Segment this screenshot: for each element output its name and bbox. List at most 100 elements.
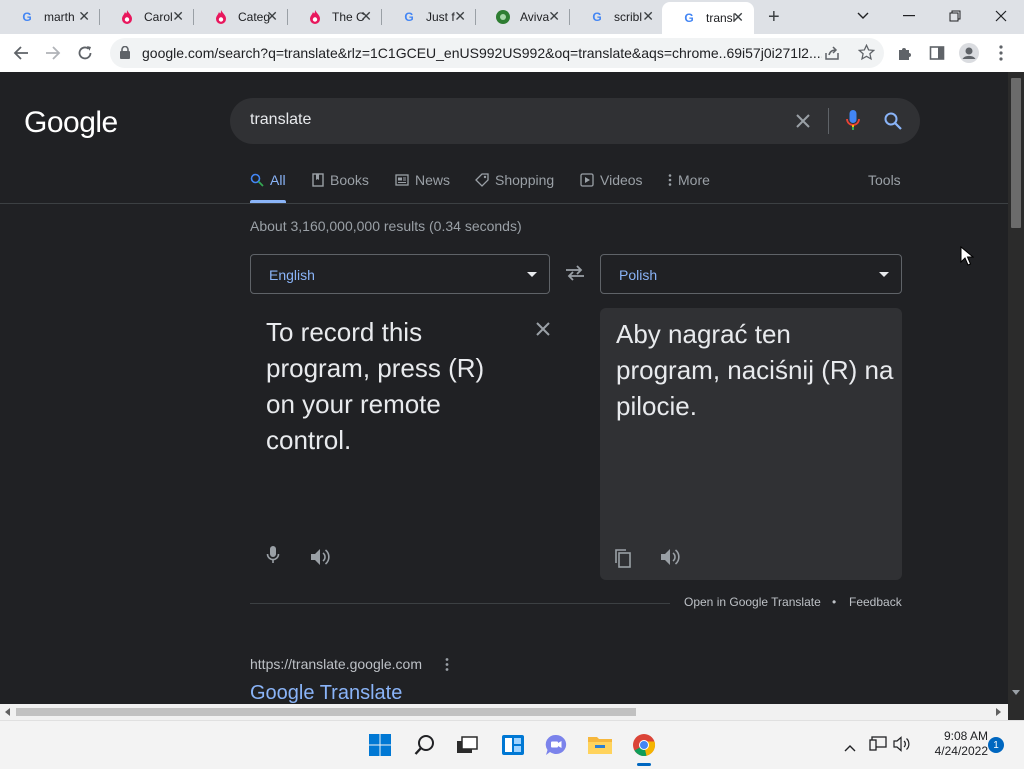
globe-icon <box>496 10 510 24</box>
tab-videos-label: Videos <box>600 172 643 188</box>
back-arrow-icon[interactable] <box>10 42 32 64</box>
clear-source-icon[interactable] <box>536 322 550 341</box>
share-icon[interactable] <box>824 45 840 66</box>
tab-3[interactable]: The C ✕ <box>288 4 382 30</box>
extensions-puzzle-icon[interactable] <box>894 42 916 64</box>
file-explorer-icon[interactable] <box>586 731 614 759</box>
search-icon[interactable] <box>884 112 902 135</box>
new-tab-plus-icon[interactable]: + <box>768 6 780 29</box>
address-bar[interactable]: google.com/search?q=translate&rlz=1C1GCE… <box>110 38 884 68</box>
tab-1[interactable]: Carol ✕ <box>100 4 194 30</box>
result-url[interactable]: https://translate.google.com <box>250 656 422 672</box>
close-icon[interactable]: ✕ <box>454 8 466 25</box>
speaker-icon[interactable] <box>310 548 332 571</box>
reload-icon[interactable] <box>74 42 96 64</box>
tag-icon <box>475 173 489 187</box>
swap-languages-icon[interactable] <box>564 264 586 287</box>
tab-books[interactable]: Books <box>312 172 369 188</box>
bookmark-star-icon[interactable] <box>857 43 876 66</box>
system-clock[interactable]: 9:08 AM 4/24/2022 <box>918 729 988 759</box>
tab-2[interactable]: Categ ✕ <box>194 4 288 30</box>
tab-news[interactable]: News <box>395 172 450 188</box>
vertical-scroll-thumb[interactable] <box>1011 78 1021 228</box>
widgets-icon[interactable] <box>499 731 527 759</box>
dropdown-caret-icon <box>879 272 889 277</box>
chevron-up-icon[interactable] <box>844 739 856 757</box>
tab-all[interactable]: All <box>250 172 286 188</box>
tab-6[interactable]: G scribl ✕ <box>570 4 664 30</box>
horizontal-scroll-thumb[interactable] <box>16 708 636 716</box>
tab-label: Categ <box>238 10 270 24</box>
taskbar-search-icon[interactable] <box>411 731 439 759</box>
scroll-left-arrow-icon[interactable] <box>5 708 10 716</box>
more-vert-icon <box>668 174 672 186</box>
scroll-down-arrow-icon[interactable] <box>1012 690 1020 695</box>
menu-kebab-icon[interactable] <box>990 42 1012 64</box>
side-panel-icon[interactable] <box>926 42 948 64</box>
feedback-link[interactable]: Feedback <box>849 595 902 609</box>
active-app-indicator <box>637 763 651 766</box>
clock-date: 4/24/2022 <box>934 744 988 758</box>
horizontal-scrollbar[interactable] <box>0 704 1008 720</box>
google-logo[interactable]: Google <box>24 106 118 140</box>
search-icon <box>250 173 264 187</box>
tab-label: Carol <box>144 10 173 24</box>
nav-divider <box>0 203 1008 204</box>
chevron-down-icon[interactable] <box>840 4 886 28</box>
window-close-icon[interactable] <box>978 4 1024 28</box>
source-text-panel[interactable]: To record this program, press (R) on you… <box>250 308 550 580</box>
task-view-icon[interactable] <box>453 731 481 759</box>
tab-label: marth <box>44 10 75 24</box>
url-text[interactable]: google.com/search?q=translate&rlz=1C1GCE… <box>142 45 822 61</box>
scrollbar-corner <box>1008 704 1024 720</box>
tab-shopping[interactable]: Shopping <box>475 172 554 188</box>
notification-badge[interactable]: 1 <box>988 737 1004 753</box>
teams-chat-icon[interactable] <box>542 731 570 759</box>
tab-5[interactable]: Aviva ✕ <box>476 4 570 30</box>
lock-icon[interactable] <box>120 45 130 64</box>
network-icon[interactable] <box>869 736 887 757</box>
windows-start-icon[interactable] <box>366 731 394 759</box>
volume-icon[interactable] <box>893 736 911 757</box>
tab-label: Just f <box>426 10 455 24</box>
tab-label: scribl <box>614 10 643 24</box>
source-language-select[interactable]: English <box>250 254 550 294</box>
tab-4[interactable]: G Just f ✕ <box>382 4 476 30</box>
forward-arrow-icon[interactable] <box>42 42 64 64</box>
chrome-icon[interactable] <box>630 731 658 759</box>
open-in-translate-link[interactable]: Open in Google Translate <box>684 595 821 609</box>
tab-videos[interactable]: Videos <box>580 172 643 188</box>
close-icon[interactable]: ✕ <box>360 8 372 25</box>
microphone-icon[interactable] <box>846 110 860 137</box>
minimize-icon[interactable] <box>886 4 932 28</box>
scroll-right-arrow-icon[interactable] <box>996 708 1001 716</box>
result-more-icon[interactable] <box>445 658 449 676</box>
profile-avatar-icon[interactable] <box>958 42 980 64</box>
search-box[interactable]: translate <box>230 98 920 144</box>
close-icon[interactable]: ✕ <box>266 8 278 25</box>
target-language-select[interactable]: Polish <box>600 254 902 294</box>
clock-time: 9:08 AM <box>943 729 988 743</box>
vertical-scrollbar[interactable] <box>1008 72 1024 704</box>
tab-0[interactable]: G marth ✕ <box>0 4 100 30</box>
close-icon[interactable]: ✕ <box>548 8 560 25</box>
tab-7-active[interactable]: G transl ✕ <box>662 2 754 34</box>
mouse-cursor-icon <box>960 245 975 271</box>
result-title-link[interactable]: Google Translate <box>250 682 402 704</box>
source-textarea[interactable]: To record this program, press (R) on you… <box>266 314 496 458</box>
target-text-panel: Aby nagrać ten program, naciśnij (R) na … <box>600 308 902 580</box>
copy-icon[interactable] <box>614 548 632 573</box>
close-icon[interactable]: ✕ <box>642 8 654 25</box>
speaker-icon[interactable] <box>660 548 682 571</box>
search-input[interactable]: translate <box>250 111 311 129</box>
microphone-icon[interactable] <box>266 546 280 571</box>
tab-all-label: All <box>270 172 286 188</box>
close-icon[interactable]: ✕ <box>78 8 90 25</box>
source-language-label: English <box>269 267 315 283</box>
clear-icon[interactable] <box>796 114 810 133</box>
tab-more[interactable]: More <box>668 172 710 188</box>
close-icon[interactable]: ✕ <box>172 8 184 25</box>
tools-button[interactable]: Tools <box>868 172 901 188</box>
restore-icon[interactable] <box>932 4 978 28</box>
close-icon[interactable]: ✕ <box>732 9 744 26</box>
